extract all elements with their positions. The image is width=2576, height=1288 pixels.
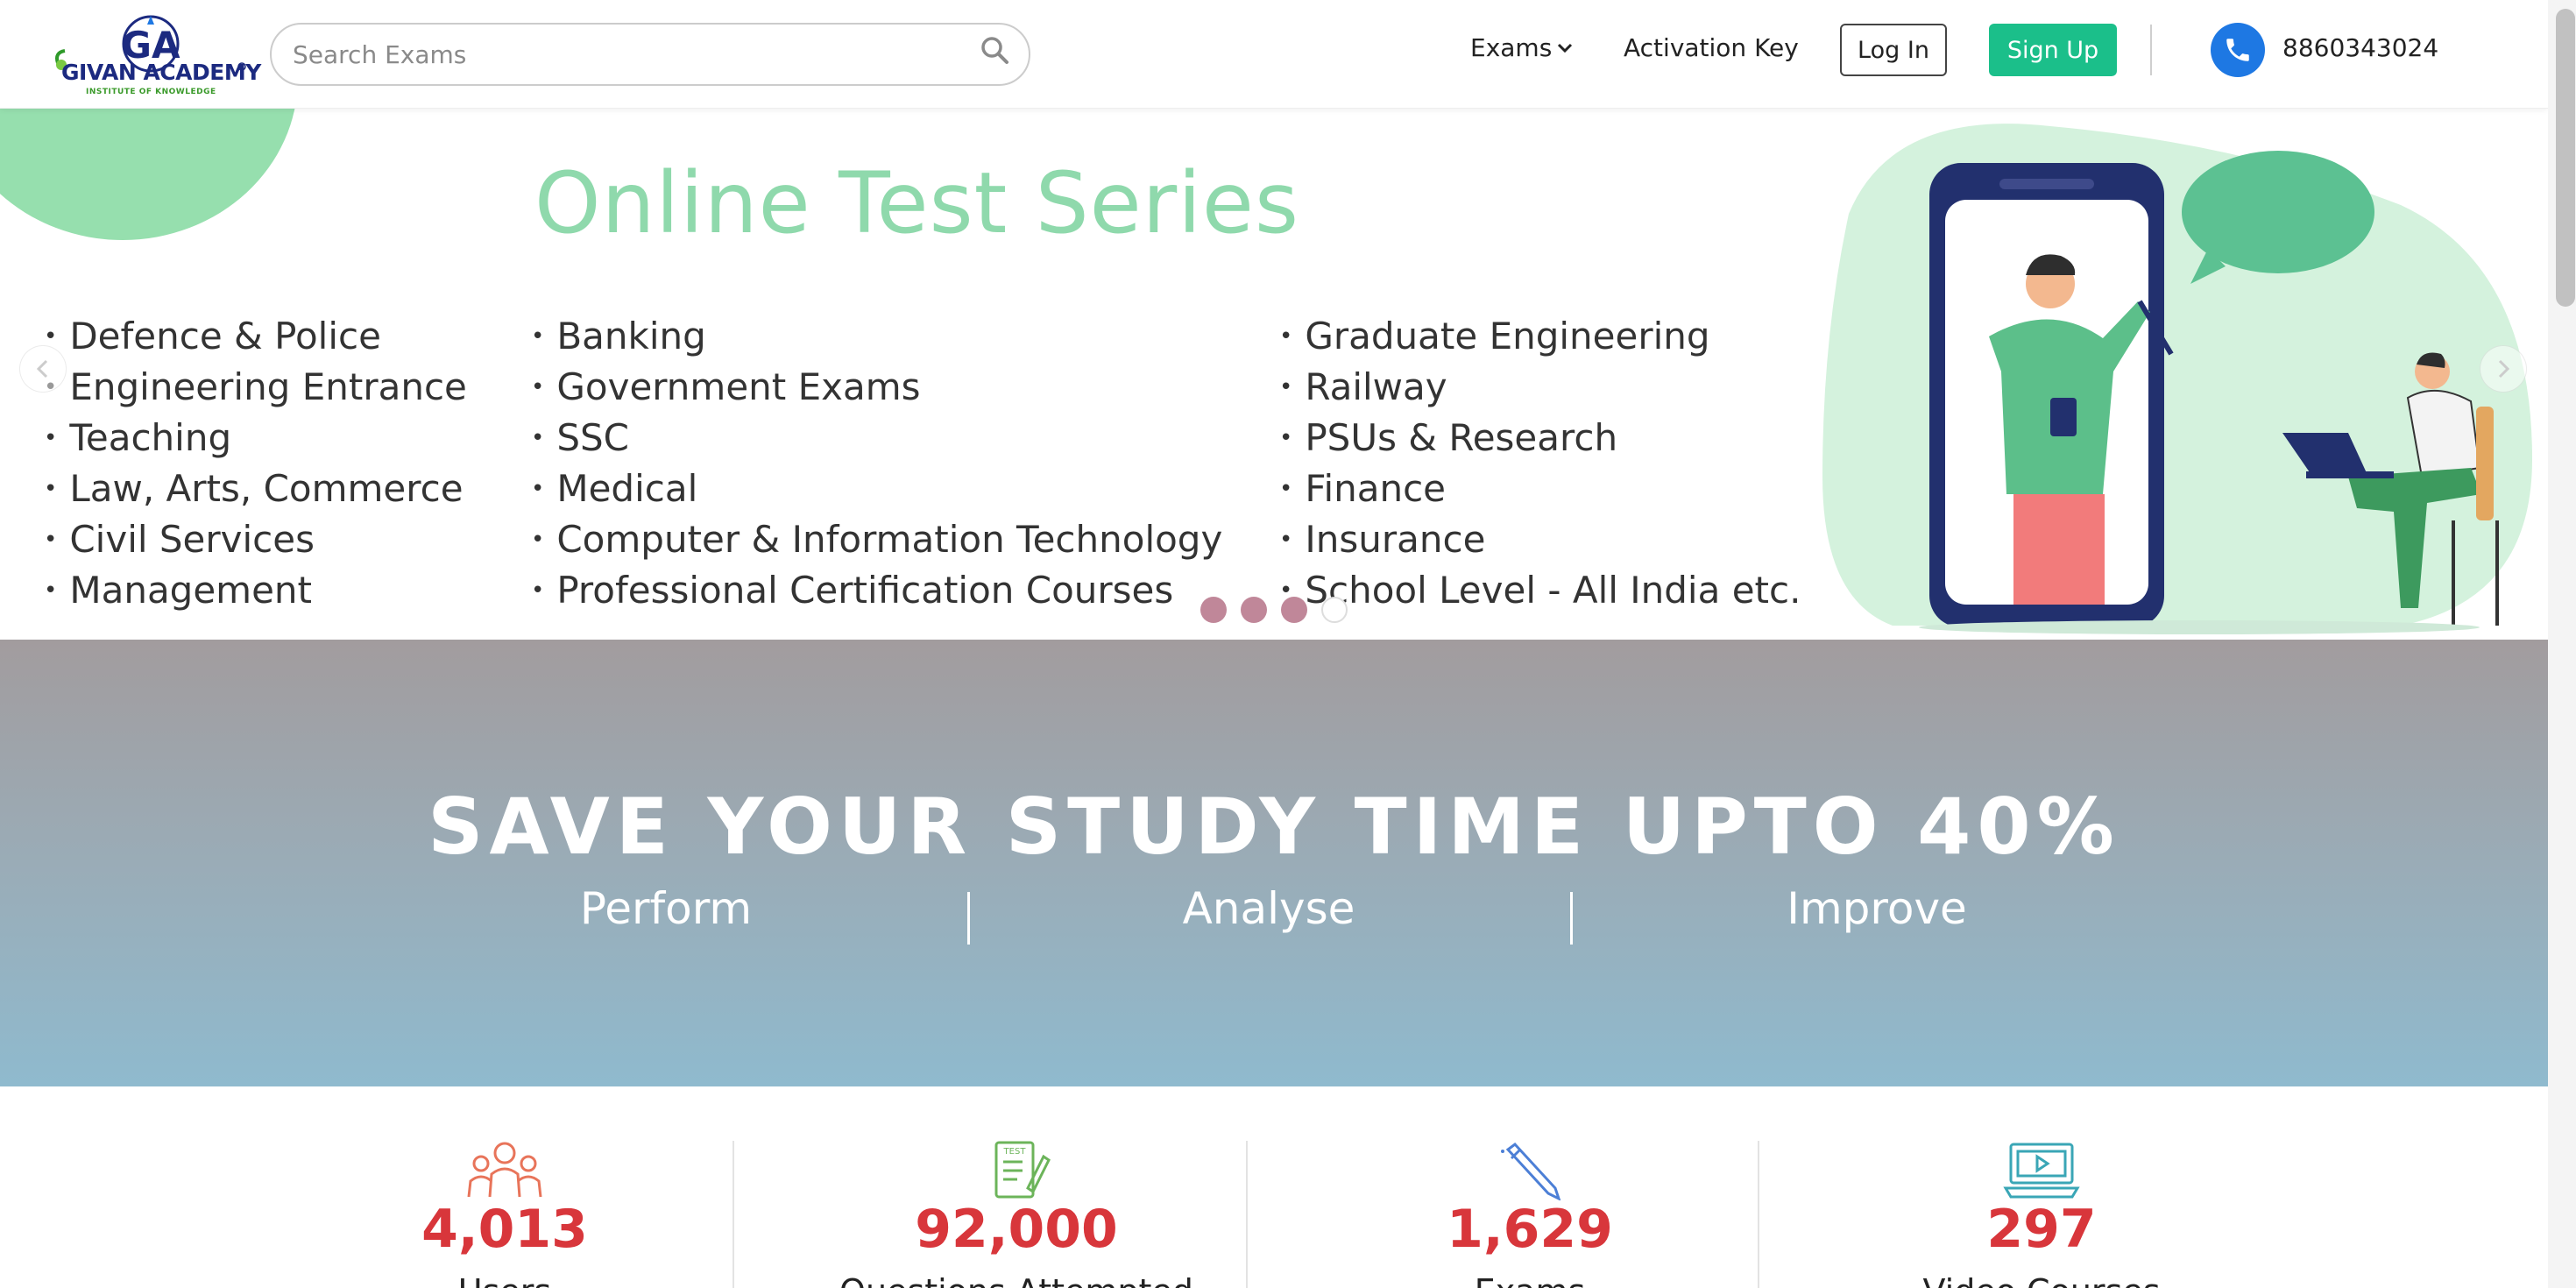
search-input[interactable] xyxy=(293,35,959,74)
exam-category-list-3: Graduate Engineering Railway PSUs & Rese… xyxy=(1279,314,1801,619)
stat-divider xyxy=(732,1141,734,1288)
carousel-dot[interactable] xyxy=(1241,597,1267,623)
users-icon xyxy=(467,1142,542,1198)
logo-text: GIVAN ACADEMY xyxy=(61,60,261,85)
category-item: Computer & Information Technology xyxy=(531,517,1222,568)
category-item: Medical xyxy=(531,466,1222,517)
stat-value: 92,000 xyxy=(915,1199,1118,1260)
category-item: Finance xyxy=(1279,466,1801,517)
category-item: Insurance xyxy=(1279,517,1801,568)
stat-label: Questions Attempted xyxy=(761,1272,1272,1288)
stat-users: 4,013 Users xyxy=(249,1086,761,1288)
pillar-improve: Improve xyxy=(1787,883,1967,934)
teacher-phone-illustration xyxy=(1822,124,2532,634)
scrollbar-thumb[interactable] xyxy=(2556,9,2575,307)
logo-tagline: INSTITUTE OF KNOWLEDGE xyxy=(86,88,216,96)
pillar-divider xyxy=(1570,892,1573,945)
stat-videos: 297 Video Courses xyxy=(1786,1086,2297,1288)
hero-carousel: Online Test Series Defence & Police Engi… xyxy=(0,109,2548,640)
nav-exams-dropdown[interactable]: Exams xyxy=(1470,33,1552,62)
search-bar xyxy=(270,23,1030,86)
chevron-down-icon[interactable] xyxy=(1556,42,1574,54)
stat-value: 1,629 xyxy=(1447,1199,1613,1260)
exam-category-list-2: Banking Government Exams SSC Medical Com… xyxy=(531,314,1222,619)
stat-value: 4,013 xyxy=(421,1199,588,1260)
carousel-dot[interactable] xyxy=(1200,597,1227,623)
logo-emblem-icon: GA xyxy=(55,15,246,73)
category-item: PSUs & Research xyxy=(1279,415,1801,466)
category-item: Teaching xyxy=(44,415,467,466)
carousel-prev-button[interactable] xyxy=(19,345,67,393)
video-icon xyxy=(2003,1143,2080,1199)
category-item: Law, Arts, Commerce xyxy=(44,466,467,517)
carousel-dot[interactable] xyxy=(1281,597,1307,623)
stat-label: Video Courses xyxy=(1786,1272,2297,1288)
svg-text:TEST: TEST xyxy=(1003,1147,1027,1157)
study-time-section: SAVE YOUR STUDY TIME UPTO 40% Perform An… xyxy=(0,640,2548,1086)
chevron-left-icon xyxy=(36,359,48,379)
pillar-divider xyxy=(967,892,970,945)
category-item: Defence & Police xyxy=(44,314,467,364)
test-icon: TEST xyxy=(994,1141,1051,1199)
phone-number[interactable]: 8860343024 xyxy=(2282,33,2438,62)
carousel-next-button[interactable] xyxy=(2480,345,2527,393)
chevron-right-icon xyxy=(2498,359,2510,379)
exam-category-list-1: Defence & Police Engineering Entrance Te… xyxy=(44,314,467,619)
carousel-indicators xyxy=(1200,597,1358,625)
decorative-blob xyxy=(0,109,298,240)
category-item: SSC xyxy=(531,415,1222,466)
pillar-analyse: Analyse xyxy=(1182,883,1355,934)
stat-questions: TEST 92,000 Questions Attempted xyxy=(761,1086,1272,1288)
stat-label: Users xyxy=(249,1272,761,1288)
stat-value: 297 xyxy=(1986,1199,2097,1260)
top-navbar: GA GIVAN ACADEMY INSTITUTE OF KNOWLEDGE … xyxy=(0,0,2548,109)
category-item: Civil Services xyxy=(44,517,467,568)
carousel-dot-active[interactable] xyxy=(1321,597,1348,623)
category-item: Professional Certification Courses xyxy=(531,568,1222,619)
login-button[interactable]: Log In xyxy=(1840,24,1947,76)
pillar-perform: Perform xyxy=(579,883,753,934)
category-item: Engineering Entrance xyxy=(44,364,467,415)
phone-icon[interactable] xyxy=(2211,23,2265,77)
banner-title: Online Test Series xyxy=(534,154,1299,252)
stat-exams: 1,629 Exams xyxy=(1274,1086,1786,1288)
stat-divider xyxy=(1246,1141,1248,1288)
category-item: Management xyxy=(44,568,467,619)
pen-icon xyxy=(1501,1142,1561,1200)
stat-divider xyxy=(1758,1141,1759,1288)
signup-button[interactable]: Sign Up xyxy=(1989,24,2117,76)
search-icon[interactable] xyxy=(980,35,1009,65)
stats-section: 4,013 Users TEST 92,000 Questions Attemp… xyxy=(0,1086,2548,1288)
nav-divider xyxy=(2150,25,2152,75)
study-headline: SAVE YOUR STUDY TIME UPTO 40% xyxy=(428,782,2120,872)
category-item: Banking xyxy=(531,314,1222,364)
category-item: Government Exams xyxy=(531,364,1222,415)
category-item: Railway xyxy=(1279,364,1801,415)
stat-label: Exams xyxy=(1274,1272,1786,1288)
nav-activation-key[interactable]: Activation Key xyxy=(1624,33,1799,62)
logo[interactable]: GA GIVAN ACADEMY INSTITUTE OF KNOWLEDGE xyxy=(53,12,261,100)
category-item: Graduate Engineering xyxy=(1279,314,1801,364)
